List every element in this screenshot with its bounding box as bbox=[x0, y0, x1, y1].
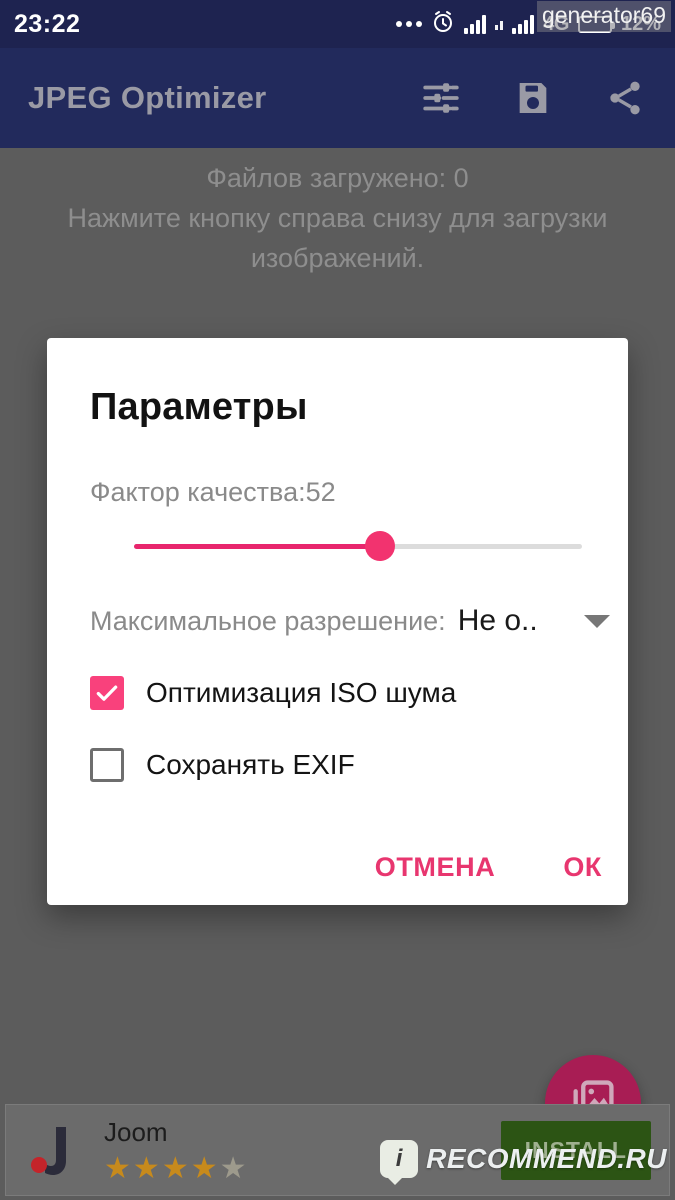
phone-screen: 23:22 4G 12% generator69 JPEG Optimizer bbox=[0, 0, 675, 1200]
star-icon: ★ bbox=[104, 1151, 131, 1185]
ad-text-block: Joom ★ ★ ★ ★ ★ bbox=[104, 1117, 247, 1184]
ok-button[interactable]: ОК bbox=[563, 852, 602, 883]
ad-app-name: Joom bbox=[104, 1116, 168, 1147]
max-resolution-dropdown[interactable]: Максимальное разрешение: Не о.. bbox=[90, 604, 610, 638]
star-icon: ★ bbox=[161, 1151, 189, 1185]
signal-bars-2-icon bbox=[512, 14, 535, 34]
max-resolution-label: Максимальное разрешение: bbox=[90, 605, 446, 636]
quality-slider[interactable] bbox=[90, 524, 582, 570]
star-half-icon: ★ bbox=[219, 1151, 247, 1185]
share-icon[interactable] bbox=[603, 76, 647, 120]
app-title: JPEG Optimizer bbox=[28, 80, 267, 115]
main-content: Файлов загружено: 0 Нажмите кнопку справ… bbox=[0, 158, 675, 278]
quality-factor-label: Фактор качества:52 bbox=[90, 477, 336, 507]
dialog-actions: ОТМЕНА ОК bbox=[375, 852, 602, 883]
app-bar-actions bbox=[419, 76, 647, 120]
checkbox-iso-noise-label: Оптимизация ISO шума bbox=[146, 677, 457, 708]
chevron-down-icon[interactable] bbox=[584, 614, 610, 628]
joom-logo-icon bbox=[24, 1119, 86, 1181]
watermark-recommend-text: RECOMMEND.RU bbox=[426, 1143, 667, 1174]
slider-thumb[interactable] bbox=[365, 531, 395, 561]
slider-fill bbox=[134, 544, 379, 549]
tune-icon[interactable] bbox=[419, 76, 463, 120]
checkbox-row-iso[interactable]: Оптимизация ISO шума bbox=[90, 676, 598, 710]
app-bar: JPEG Optimizer bbox=[0, 48, 675, 148]
checkbox-keep-exif-label: Сохранять EXIF bbox=[146, 749, 355, 780]
max-resolution-value: Не о.. bbox=[457, 604, 538, 637]
alarm-clock-icon bbox=[431, 10, 455, 39]
ad-rating-stars: ★ ★ ★ ★ ★ bbox=[104, 1151, 247, 1185]
signal-bars-icon bbox=[464, 14, 487, 34]
more-dots-icon bbox=[396, 21, 423, 27]
watermark-generator: generator69 bbox=[536, 1, 671, 32]
signal-small-icon bbox=[495, 18, 504, 30]
save-icon[interactable] bbox=[511, 76, 555, 120]
status-clock: 23:22 bbox=[14, 9, 81, 38]
files-loaded-label: Файлов загружено: 0 bbox=[206, 163, 469, 193]
star-icon: ★ bbox=[190, 1151, 218, 1185]
checkbox-row-exif[interactable]: Сохранять EXIF bbox=[90, 748, 598, 782]
checkbox-keep-exif[interactable] bbox=[90, 748, 124, 782]
watermark-badge-icon: i bbox=[380, 1140, 419, 1185]
cancel-button[interactable]: ОТМЕНА bbox=[375, 852, 496, 883]
star-icon: ★ bbox=[132, 1151, 160, 1185]
upload-hint-label: Нажмите кнопку справа снизу для загрузки… bbox=[67, 203, 608, 273]
settings-dialog: Параметры Фактор качества:52 Максимально… bbox=[47, 338, 628, 905]
checkbox-iso-noise[interactable] bbox=[90, 676, 124, 710]
watermark-recommend: i RECOMMEND.RU bbox=[380, 1140, 667, 1185]
dialog-title: Параметры bbox=[90, 386, 308, 428]
status-bar: 23:22 4G 12% generator69 bbox=[0, 0, 675, 48]
